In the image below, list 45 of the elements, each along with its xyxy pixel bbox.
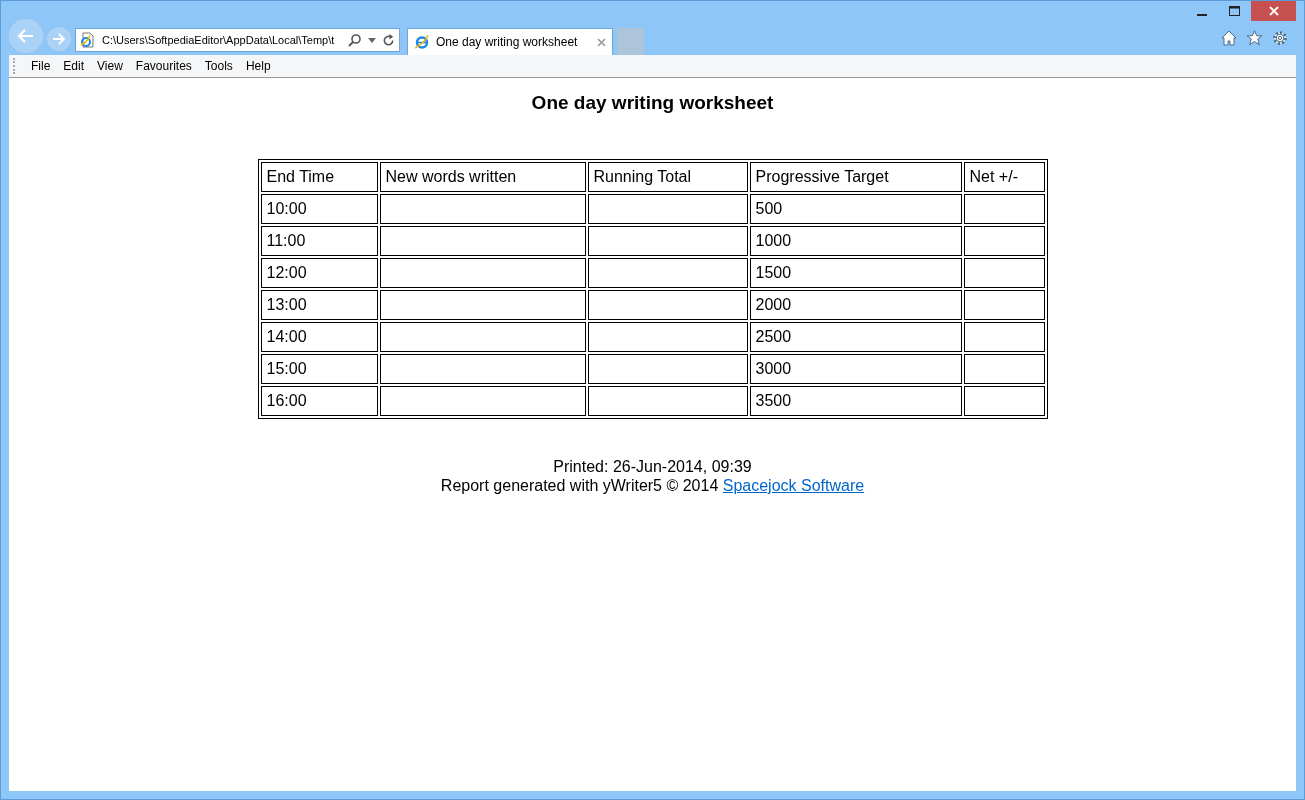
close-icon bbox=[1268, 6, 1279, 16]
table-cell: 500 bbox=[749, 194, 962, 224]
software-link[interactable]: Spacejock Software bbox=[722, 477, 865, 494]
table-cell: 12:00 bbox=[260, 258, 378, 288]
minimize-icon bbox=[1196, 14, 1207, 16]
refresh-icon[interactable] bbox=[382, 33, 395, 47]
column-header: End Time bbox=[260, 162, 378, 192]
close-button[interactable] bbox=[1251, 1, 1296, 21]
menu-item[interactable]: Edit bbox=[57, 57, 91, 75]
menu-item[interactable]: File bbox=[25, 57, 57, 75]
maximize-icon bbox=[1229, 6, 1240, 16]
column-header: New words written bbox=[379, 162, 586, 192]
address-bar[interactable]: C:\Users\SoftpediaEditor\AppData\Local\Temp\t bbox=[75, 28, 400, 52]
table-cell: 3500 bbox=[749, 386, 962, 416]
table-cell: 11:00 bbox=[260, 226, 378, 256]
dropdown-caret-icon[interactable] bbox=[368, 37, 376, 43]
column-header: Progressive Target bbox=[749, 162, 962, 192]
table-cell: 1500 bbox=[749, 258, 962, 288]
table-cell: 1000 bbox=[749, 226, 962, 256]
menu-item[interactable]: View bbox=[91, 57, 129, 75]
page-title: One day writing worksheet bbox=[531, 92, 774, 114]
table-cell: 2500 bbox=[749, 322, 962, 352]
settings-icon[interactable] bbox=[1272, 30, 1288, 46]
table-cell: 14:00 bbox=[260, 322, 378, 352]
menu-item[interactable]: Tools bbox=[198, 57, 239, 75]
credit-text: Report generated with yWriter5 © 2014 bbox=[440, 477, 719, 494]
page-icon bbox=[80, 32, 96, 48]
menu-item[interactable]: Favourites bbox=[129, 57, 198, 75]
table-cell: 16:00 bbox=[260, 386, 378, 416]
table-cell: 3000 bbox=[749, 354, 962, 384]
table-cell: 13:00 bbox=[260, 290, 378, 320]
search-icon[interactable] bbox=[348, 33, 362, 47]
column-header: Net +/- bbox=[963, 162, 1045, 192]
column-header: Running Total bbox=[587, 162, 748, 192]
close-tab-icon[interactable] bbox=[597, 37, 607, 47]
table-cell: 15:00 bbox=[260, 354, 378, 384]
table-cell: 2000 bbox=[749, 290, 962, 320]
star-icon[interactable] bbox=[1246, 30, 1263, 46]
home-icon[interactable] bbox=[1221, 30, 1237, 46]
table-cell: 10:00 bbox=[260, 194, 378, 224]
forward-arrow-icon bbox=[51, 31, 67, 47]
printed-date: Printed: 26-Jun-2014, 09:39 bbox=[552, 457, 753, 476]
browser-logo-icon bbox=[414, 34, 430, 50]
browser-tab[interactable]: One day writing worksheet bbox=[407, 28, 614, 55]
menu-item[interactable]: Help bbox=[239, 57, 277, 75]
